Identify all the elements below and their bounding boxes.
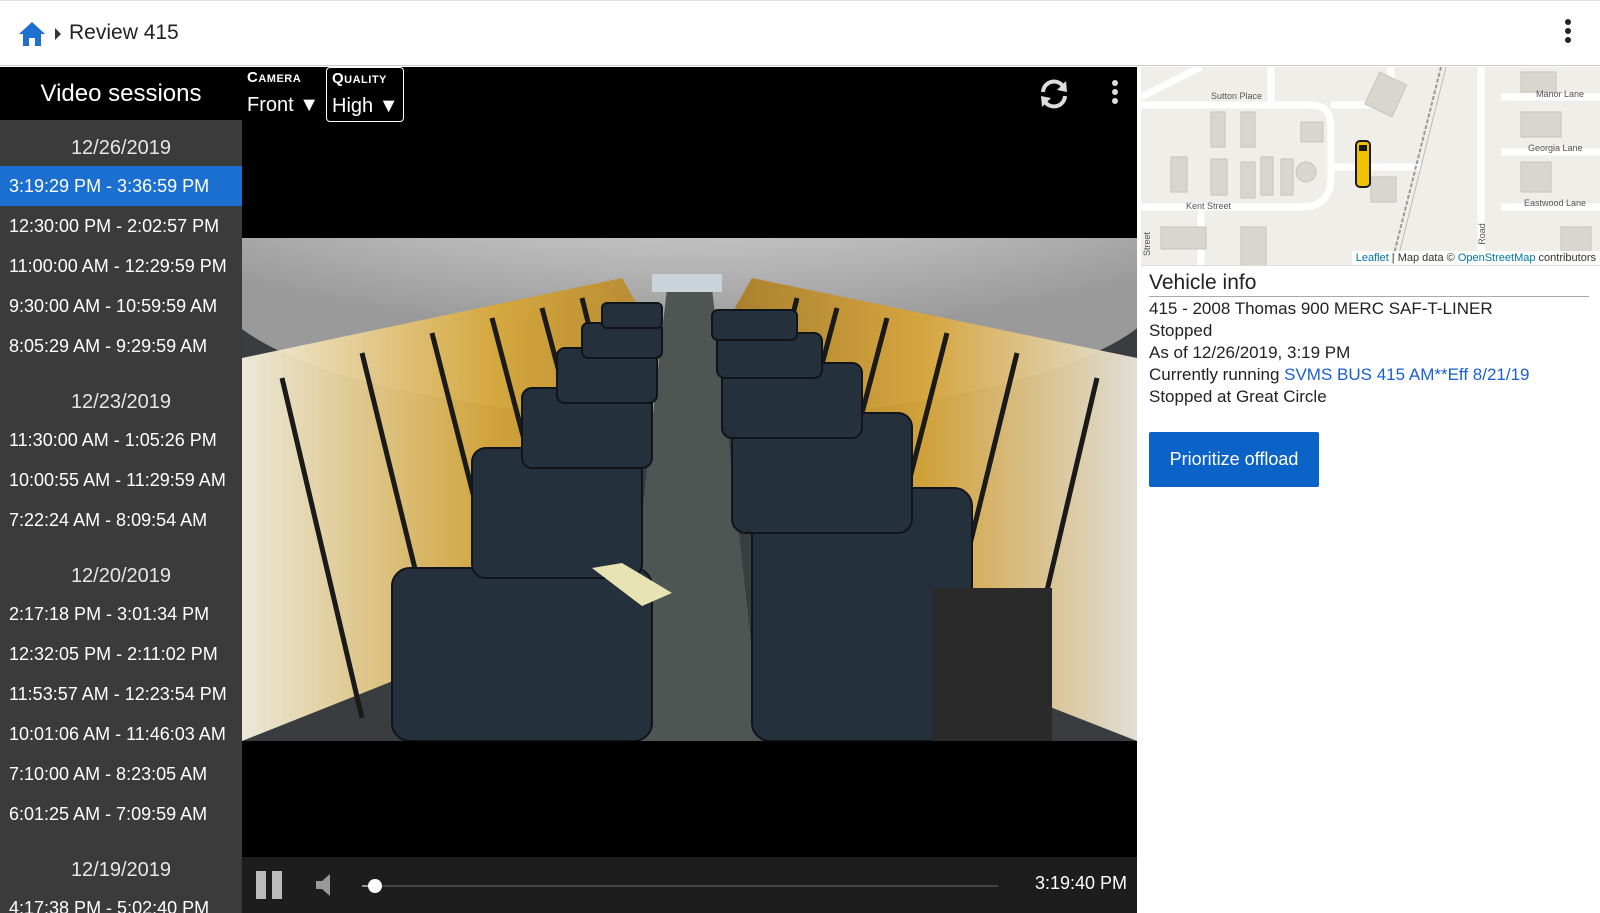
session-list: 12/26/2019 3:19:29 PM - 3:36:59 PM 12:30:0… — [0, 120, 242, 913]
street-label: Georgia Lane — [1528, 143, 1583, 153]
video-player: Camera Front ▼ Quality High ▼ 3:19:40 PM — [242, 67, 1137, 913]
quality-caption: Quality — [332, 70, 387, 87]
quality-select[interactable]: Quality High ▼ — [326, 67, 404, 122]
street-label: Kent Street — [1186, 201, 1232, 211]
attribution-sep: | Map data © — [1388, 252, 1458, 264]
session-item[interactable]: 3:19:29 PM - 3:36:59 PM — [0, 166, 242, 206]
session-date-header: 12/20/2019 — [70, 565, 172, 587]
leaflet-link[interactable]: Leaflet — [1356, 252, 1389, 264]
camera-select[interactable]: Camera Front ▼ — [242, 67, 320, 122]
attribution-suffix: contributors — [1535, 252, 1596, 264]
map-tiles — [1141, 67, 1600, 265]
session-item[interactable]: 7:10:00 AM - 8:23:05 AM — [0, 754, 242, 794]
player-controls: 3:19:40 PM — [242, 857, 1137, 913]
current-time: 3:19:40 PM — [1034, 873, 1127, 893]
more-vert-icon[interactable] — [1560, 19, 1576, 49]
street-label: Street — [1142, 231, 1153, 257]
vehicle-status: Stopped — [1149, 321, 1213, 340]
session-item[interactable]: 10:01:06 AM - 11:46:03 AM — [0, 714, 242, 754]
session-item[interactable]: 2:17:18 PM - 3:01:34 PM — [0, 594, 242, 634]
session-item[interactable]: 4:17:38 PM - 5:02:40 PM — [0, 888, 242, 913]
refresh-icon[interactable] — [1037, 77, 1071, 111]
player-toolbar: Camera Front ▼ Quality High ▼ — [242, 67, 1137, 122]
street-label: Road — [1476, 223, 1487, 245]
map[interactable]: Sutton Place Kent Street Manor Lane Geor… — [1141, 67, 1600, 266]
vehicle-running: Currently running SVMS BUS 415 AM**Eff 8… — [1149, 365, 1530, 385]
route-link[interactable]: SVMS BUS 415 AM**Eff 8/21/19 — [1284, 365, 1529, 384]
street-label: Manor Lane — [1536, 89, 1585, 99]
session-item[interactable]: 12:32:05 PM - 2:11:02 PM — [0, 634, 242, 674]
session-item[interactable]: 12:30:00 PM - 2:02:57 PM — [0, 206, 242, 246]
top-bar: Review 415 — [0, 0, 1600, 66]
session-item[interactable]: 9:30:00 AM - 10:59:59 AM — [0, 286, 242, 326]
vehicle-info-title: Vehicle info — [1149, 271, 1589, 297]
video-frame — [242, 238, 1137, 741]
sidebar-title: Video sessions — [0, 67, 242, 120]
page-title: Review 415 — [69, 21, 179, 44]
map-attribution: Leaflet | Map data © OpenStreetMap contr… — [1351, 251, 1600, 265]
breadcrumb-caret-icon — [55, 28, 61, 40]
session-item[interactable]: 11:00:00 AM - 12:29:59 PM — [0, 246, 242, 286]
session-date-header: 12/26/2019 — [70, 137, 172, 159]
session-item[interactable]: 11:53:57 AM - 12:23:54 PM — [0, 674, 242, 714]
vehicle-panel: Sutton Place Kent Street Manor Lane Geor… — [1137, 67, 1600, 913]
running-prefix: Currently running — [1149, 365, 1285, 384]
seek-bar[interactable] — [362, 879, 998, 893]
osm-link[interactable]: OpenStreetMap — [1458, 252, 1536, 264]
prioritize-offload-button[interactable]: Prioritize offload — [1149, 432, 1319, 487]
session-item[interactable]: 7:22:24 AM - 8:09:54 AM — [0, 500, 242, 540]
session-item[interactable]: 11:30:00 AM - 1:05:26 PM — [0, 420, 242, 460]
session-item[interactable]: 10:00:55 AM - 11:29:59 AM — [0, 460, 242, 500]
volume-icon[interactable] — [316, 874, 334, 896]
camera-caption: Camera — [247, 69, 302, 86]
vehicle-description: 415 - 2008 Thomas 900 MERC SAF-T-LINER — [1149, 299, 1493, 318]
pause-icon[interactable] — [256, 871, 284, 899]
vehicle-as-of: As of 12/26/2019, 3:19 PM — [1149, 343, 1351, 362]
vehicle-stopped-at: Stopped at Great Circle — [1149, 387, 1327, 406]
player-more-icon[interactable] — [1108, 80, 1122, 110]
video-sessions-sidebar: Video sessions 12/26/2019 3:19:29 PM - 3:… — [0, 67, 242, 913]
session-date-header: 12/19/2019 — [70, 859, 172, 881]
street-label: Sutton Place — [1211, 91, 1263, 101]
session-item[interactable]: 8:05:29 AM - 9:29:59 AM — [0, 326, 242, 366]
session-item[interactable]: 6:01:25 AM - 7:09:59 AM — [0, 794, 242, 834]
street-label: Eastwood Lane — [1524, 198, 1587, 208]
session-date-header: 12/23/2019 — [70, 391, 172, 413]
seek-thumb[interactable] — [367, 879, 382, 893]
quality-value: High ▼ — [332, 95, 399, 117]
home-icon[interactable] — [18, 21, 46, 47]
camera-value: Front ▼ — [247, 94, 320, 116]
